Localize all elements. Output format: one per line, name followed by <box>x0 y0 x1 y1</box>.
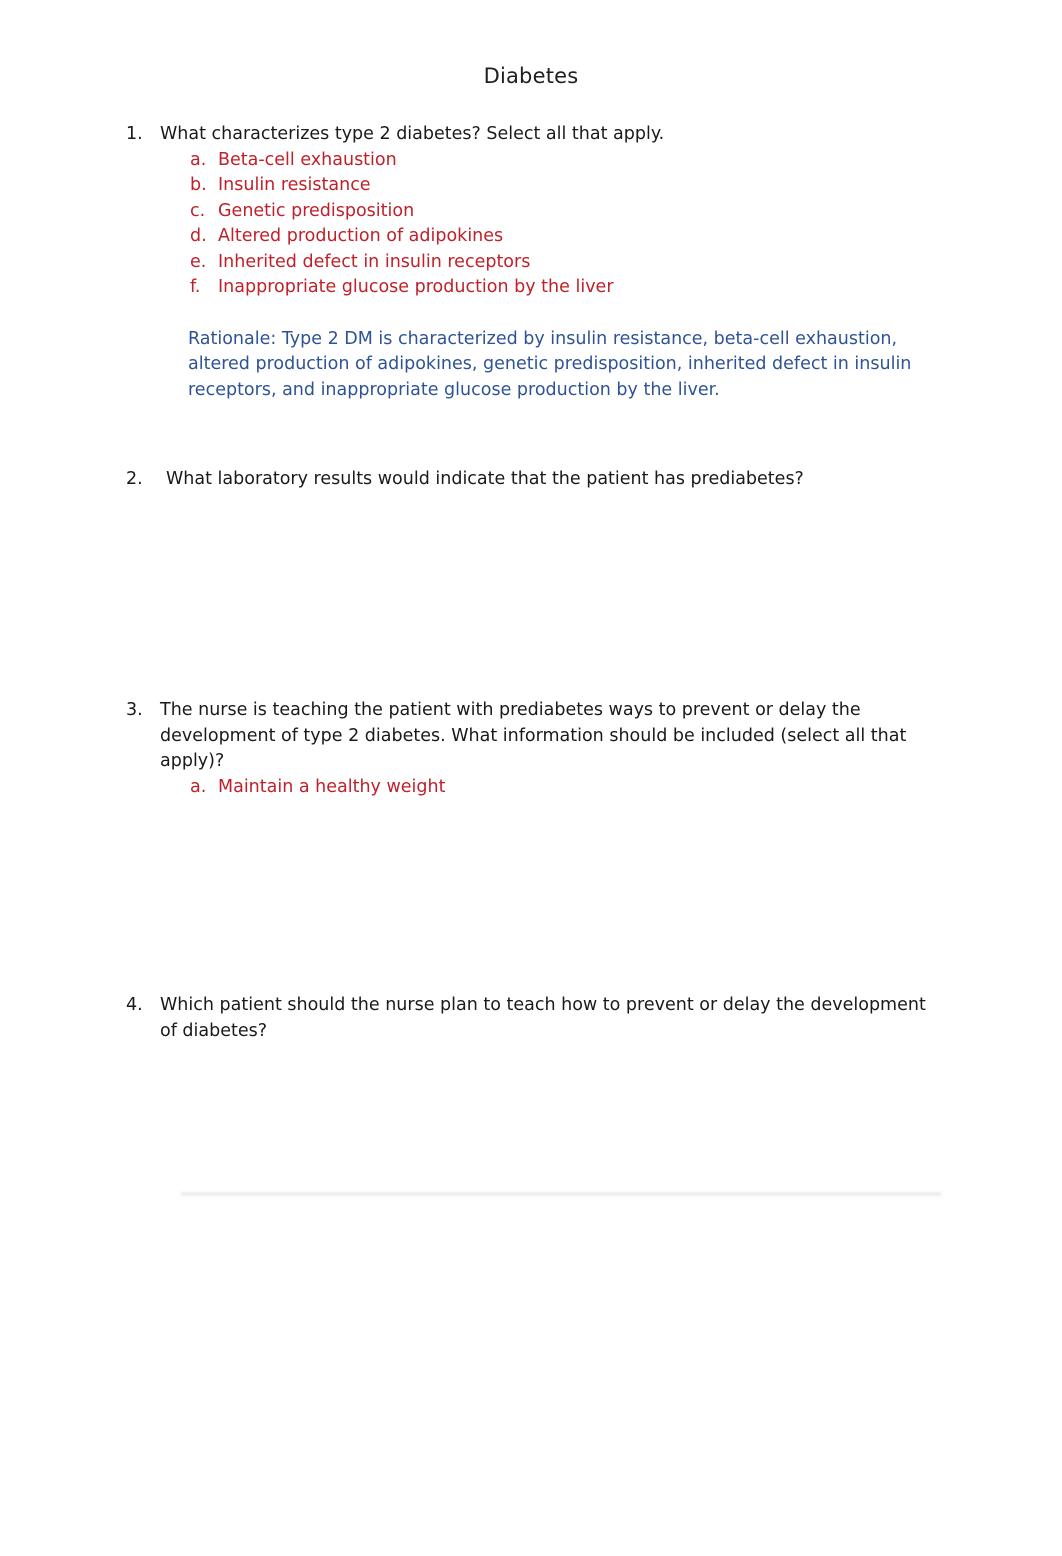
answer-option-list: a. Maintain a healthy weight <box>126 775 942 801</box>
option-letter: b. <box>190 175 207 195</box>
option-text: Inherited defect in insulin receptors <box>218 251 531 272</box>
document-body: 1. What characterizes type 2 diabetes? S… <box>0 88 1062 1164</box>
answer-space <box>126 492 942 698</box>
question-number: 2. <box>126 468 143 489</box>
option-text: Inappropriate glucose production by the … <box>218 277 614 297</box>
answer-space <box>126 800 942 993</box>
question-prompt: The nurse is teaching the patient with p… <box>160 700 907 771</box>
question-prompt: What characterizes type 2 diabetes? Sele… <box>160 124 665 144</box>
option-text: Beta-cell exhaustion <box>218 149 397 170</box>
option-letter: c. <box>190 200 206 221</box>
option-letter: d. <box>190 226 207 246</box>
answer-option: c. Genetic predisposition <box>126 199 942 225</box>
option-text: Maintain a healthy weight <box>218 776 446 797</box>
question-number: 1. <box>126 124 143 144</box>
document-page: Diabetes 1. What characterizes type 2 di… <box>0 0 1062 1199</box>
answer-option: a. Maintain a healthy weight <box>126 775 942 801</box>
option-letter: a. <box>190 149 207 170</box>
next-page-area <box>0 1199 1062 1556</box>
option-text: Insulin resistance <box>218 175 371 195</box>
page-title: Diabetes <box>483 64 579 88</box>
page-break-line <box>182 1193 940 1195</box>
question-number: 4. <box>126 995 143 1015</box>
answer-option: f. Inappropriate glucose production by t… <box>126 275 942 301</box>
answer-option: e. Inherited defect in insulin receptors <box>126 250 942 276</box>
answer-option: d. Altered production of adipokines <box>126 224 942 250</box>
option-letter: a. <box>190 776 207 797</box>
answer-space <box>126 1044 942 1164</box>
answer-option: a. Beta-cell exhaustion <box>126 148 942 174</box>
option-letter: f. <box>190 277 201 297</box>
rationale-text: Rationale: Type 2 DM is characterized by… <box>188 328 912 400</box>
option-letter: e. <box>190 251 207 272</box>
answer-option-list: a. Beta-cell exhaustion b. Insulin resis… <box>126 148 942 301</box>
answer-option: b. Insulin resistance <box>126 173 942 199</box>
option-text: Altered production of adipokines <box>218 226 504 246</box>
question-item: 4. Which patient should the nurse plan t… <box>126 993 942 1044</box>
question-number: 3. <box>126 700 143 720</box>
question-prompt: Which patient should the nurse plan to t… <box>160 995 926 1041</box>
option-text: Genetic predisposition <box>218 200 415 221</box>
question-item: 1. What characterizes type 2 diabetes? S… <box>126 122 942 148</box>
question-prompt: What laboratory results would indicate t… <box>166 468 804 489</box>
question-item: 2. What laboratory results would indicat… <box>126 467 942 493</box>
question-item: 3. The nurse is teaching the patient wit… <box>126 698 942 775</box>
